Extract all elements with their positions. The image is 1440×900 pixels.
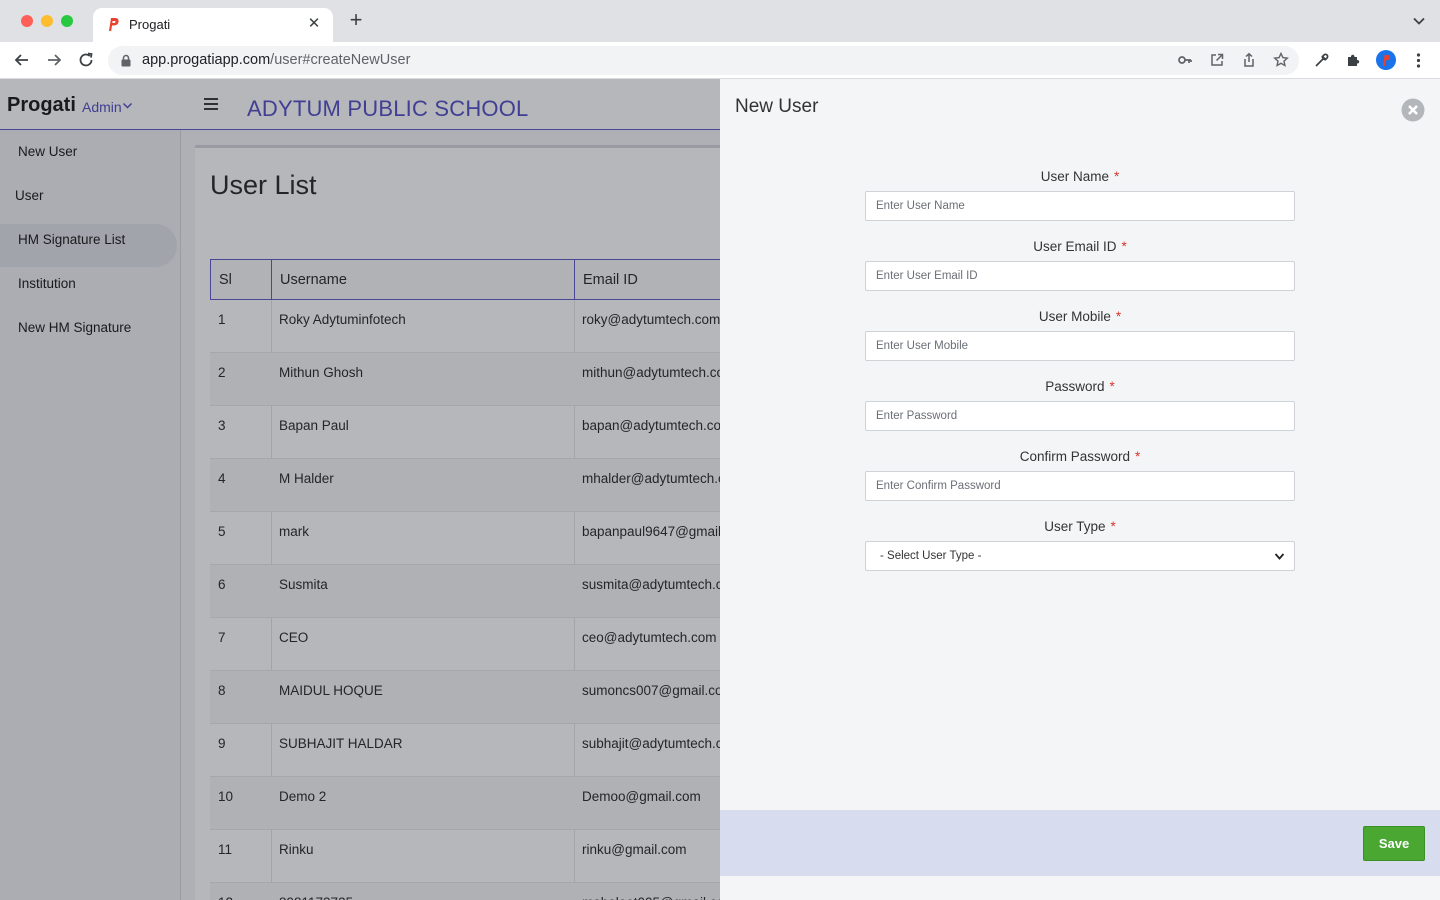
password-label: Password * bbox=[1045, 379, 1115, 394]
key-icon[interactable] bbox=[1177, 52, 1193, 68]
tab-title: Progati bbox=[129, 17, 171, 32]
user-name-label: User Name * bbox=[1040, 169, 1120, 184]
panel-footer: Save bbox=[720, 810, 1440, 876]
open-in-app-icon[interactable] bbox=[1209, 52, 1225, 68]
save-button[interactable]: Save bbox=[1363, 826, 1425, 861]
address-bar[interactable]: app.progatiapp.com/user#createNewUser bbox=[108, 46, 1299, 75]
close-tab-icon[interactable]: ✕ bbox=[305, 15, 323, 33]
share-icon[interactable] bbox=[1241, 52, 1257, 68]
progati-favicon-icon bbox=[109, 18, 119, 31]
user-name-input[interactable] bbox=[865, 191, 1295, 221]
reload-icon[interactable] bbox=[76, 50, 96, 70]
browser-tab[interactable]: Progati ✕ bbox=[93, 8, 333, 42]
user-email-input[interactable] bbox=[865, 261, 1295, 291]
user-email-label: User Email ID * bbox=[1033, 239, 1127, 254]
bookmark-star-icon[interactable] bbox=[1273, 52, 1289, 68]
panel-bottom bbox=[720, 876, 1440, 900]
modal-backdrop[interactable] bbox=[0, 79, 720, 900]
user-type-label: User Type * bbox=[1044, 519, 1116, 534]
forward-arrow-icon[interactable] bbox=[44, 50, 64, 70]
url-text: app.progatiapp.com/user#createNewUser bbox=[142, 52, 411, 68]
panel-title: New User bbox=[735, 96, 819, 117]
confirm-password-label: Confirm Password * bbox=[1019, 449, 1141, 464]
user-type-select[interactable]: - Select User Type - bbox=[865, 541, 1295, 571]
confirm-password-input[interactable] bbox=[865, 471, 1295, 501]
extensions-puzzle-icon[interactable] bbox=[1345, 52, 1362, 69]
close-window-button[interactable] bbox=[21, 15, 33, 27]
user-type-selected: - Select User Type - bbox=[880, 550, 982, 562]
browser-menu-icon[interactable] bbox=[1410, 52, 1427, 69]
eyedropper-extension-icon[interactable] bbox=[1313, 52, 1330, 69]
tab-search-chevron-icon[interactable] bbox=[1412, 14, 1426, 28]
profile-avatar[interactable] bbox=[1376, 50, 1396, 70]
back-arrow-icon[interactable] bbox=[12, 50, 32, 70]
close-circle-icon[interactable] bbox=[1401, 98, 1425, 122]
lock-icon[interactable] bbox=[120, 54, 132, 67]
chevron-down-icon bbox=[1274, 553, 1285, 560]
new-tab-icon[interactable]: + bbox=[345, 9, 367, 32]
browser-tab-strip: Progati ✕ + bbox=[0, 0, 1440, 42]
user-mobile-input[interactable] bbox=[865, 331, 1295, 361]
password-input[interactable] bbox=[865, 401, 1295, 431]
maximize-window-button[interactable] bbox=[61, 15, 73, 27]
browser-toolbar: app.progatiapp.com/user#createNewUser bbox=[0, 42, 1440, 79]
minimize-window-button[interactable] bbox=[41, 15, 53, 27]
progati-profile-icon bbox=[1383, 55, 1391, 66]
new-user-panel: New User User Name* User Email ID* User … bbox=[720, 79, 1440, 900]
user-mobile-label: User Mobile * bbox=[1038, 309, 1122, 324]
